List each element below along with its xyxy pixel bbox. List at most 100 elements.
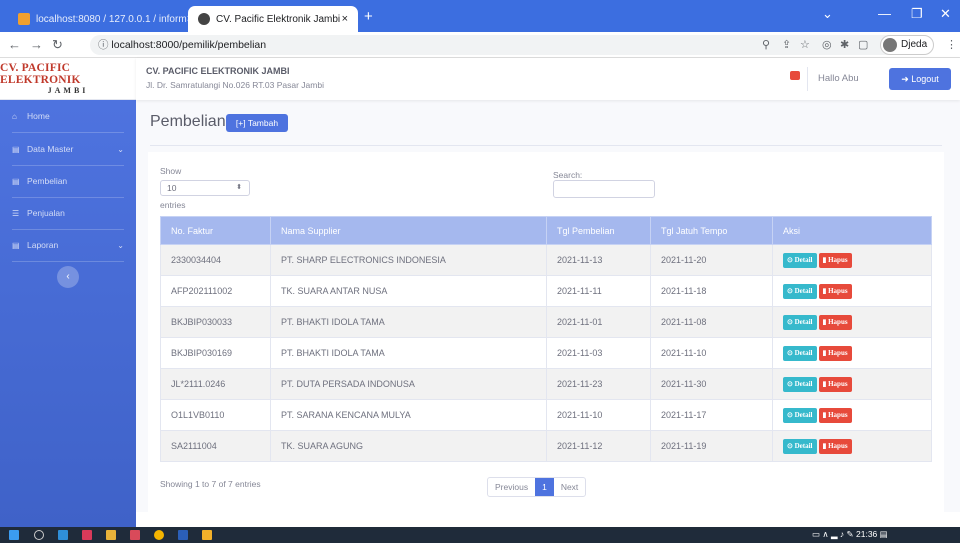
detail-button[interactable]: ⊙ Detail: [783, 407, 817, 423]
pembelian-table: No. Faktur Nama Supplier Tgl Pembelian T…: [160, 216, 932, 462]
hapus-button[interactable]: ▮ Hapus: [818, 345, 852, 361]
sidebar-toggle-button[interactable]: ‹: [57, 266, 79, 288]
hapus-button[interactable]: ▮ Hapus: [818, 376, 852, 392]
app-icon[interactable]: [82, 530, 92, 540]
new-tab-button[interactable]: +: [364, 8, 373, 25]
user-greeting: Hallo Abu: [818, 73, 859, 84]
folder-icon: ▤: [12, 240, 20, 250]
detail-button[interactable]: ⊙ Detail: [783, 314, 817, 330]
sidebar: CV. PACIFIC ELEKTRONIK JAMBI ⌂ Home ▤ Da…: [0, 58, 136, 527]
minimize-button[interactable]: —: [878, 6, 891, 21]
company-address: Jl. Dr. Samratulangi No.026 RT.03 Pasar …: [146, 80, 324, 90]
home-icon: ⌂: [12, 111, 17, 121]
sidebar-item-pembelian[interactable]: ▤ Pembelian: [0, 165, 136, 197]
page-title: Pembelian: [150, 113, 226, 130]
info-icon: ⓘ: [98, 39, 112, 51]
column-header-aksi[interactable]: Aksi: [772, 216, 932, 245]
entries-label: entries: [160, 200, 186, 210]
reload-icon[interactable]: ↻: [52, 37, 63, 53]
sidepanel-icon[interactable]: ▢: [858, 38, 868, 51]
notification-icon: ▤: [879, 529, 888, 539]
cart-icon: ▤: [12, 176, 20, 186]
share-icon[interactable]: ⇪: [782, 38, 791, 51]
cell-tgl-pembelian: 2021-11-01: [546, 306, 651, 338]
entries-length-select[interactable]: 10 ⬍: [160, 180, 250, 196]
company-name: CV. PACIFIC ELEKTRONIK JAMBI: [146, 66, 290, 76]
tab-search-icon[interactable]: ⌄: [822, 6, 833, 22]
cell-tgl-jatuh-tempo: 2021-11-10: [650, 337, 773, 369]
hapus-button[interactable]: ▮ Hapus: [818, 438, 852, 454]
cell-tgl-jatuh-tempo: 2021-11-30: [650, 368, 773, 400]
column-header-tgl-jatuh-tempo[interactable]: Tgl Jatuh Tempo: [650, 216, 773, 245]
maximize-button[interactable]: ❐: [911, 6, 923, 22]
cell-no-faktur: JL*2111.0246: [160, 368, 271, 400]
column-header-tgl-pembelian[interactable]: Tgl Pembelian: [546, 216, 651, 245]
detail-button[interactable]: ⊙ Detail: [783, 283, 817, 299]
hapus-button[interactable]: ▮ Hapus: [818, 252, 852, 268]
browser-tab-pacific[interactable]: CV. Pacific Elektronik Jambi ×: [188, 6, 358, 32]
back-arrow-icon[interactable]: ←: [8, 37, 21, 52]
page-1-button[interactable]: 1: [535, 478, 554, 496]
keyboard-icon: ▭: [812, 529, 823, 539]
phpmyadmin-icon: [18, 13, 30, 25]
sidebar-item-label: Data Master: [27, 144, 74, 154]
system-tray[interactable]: ▭ ∧ ▂ ♪ ✎ 21:36 ▤: [812, 529, 888, 540]
alert-icon[interactable]: [790, 71, 800, 80]
zoom-icon[interactable]: ⚲: [762, 38, 770, 51]
close-window-button[interactable]: ✕: [940, 6, 951, 22]
hapus-button[interactable]: ▮ Hapus: [818, 283, 852, 299]
cell-nama-supplier: PT. BHAKTI IDOLA TAMA: [270, 337, 547, 369]
previous-button[interactable]: Previous: [488, 478, 535, 496]
vscode-icon[interactable]: [58, 530, 68, 540]
hapus-button[interactable]: ▮ Hapus: [818, 314, 852, 330]
cell-nama-supplier: PT. SARANA KENCANA MULYA: [270, 399, 547, 431]
sidebar-item-data-master[interactable]: ▤ Data Master ⌄: [0, 133, 136, 165]
column-header-nama-supplier[interactable]: Nama Supplier: [270, 216, 547, 245]
app-icon[interactable]: [202, 530, 212, 540]
search-label: Search:: [553, 170, 583, 180]
column-header-no-faktur[interactable]: No. Faktur: [160, 216, 271, 245]
puzzle-icon[interactable]: ✱: [840, 38, 849, 51]
add-button[interactable]: [+] Tambah: [226, 114, 288, 132]
next-button[interactable]: Next: [554, 478, 585, 496]
logout-button[interactable]: ➜ Logout: [889, 68, 951, 90]
brand-line-1: CV. PACIFIC ELEKTRONIK: [0, 62, 81, 86]
cell-aksi: ⊙ Detail ▮ Hapus: [772, 275, 932, 307]
chrome-icon[interactable]: [154, 530, 164, 540]
taskbar: ▭ ∧ ▂ ♪ ✎ 21:36 ▤: [0, 527, 960, 543]
browser-tab-phpmyadmin[interactable]: localhost:8080 / 127.0.0.1 / inform ×: [8, 6, 188, 32]
cell-aksi: ⊙ Detail ▮ Hapus: [772, 368, 932, 400]
hapus-button[interactable]: ▮ Hapus: [818, 407, 852, 423]
cell-nama-supplier: TK. SUARA ANTAR NUSA: [270, 275, 547, 307]
sidebar-item-label: Penjualan: [27, 208, 65, 218]
sidebar-item-label: Laporan: [27, 240, 59, 250]
profile-button[interactable]: Djeda: [880, 35, 935, 55]
detail-button[interactable]: ⊙ Detail: [783, 345, 817, 361]
table-row: JL*2111.0246 PT. DUTA PERSADA INDONUSA 202…: [160, 368, 932, 400]
heading-divider: [150, 145, 942, 146]
cell-no-faktur: O1L1VB0110: [160, 399, 271, 431]
close-tab-icon[interactable]: ×: [342, 13, 348, 25]
cell-aksi: ⊙ Detail ▮ Hapus: [772, 337, 932, 369]
windows-start-icon[interactable]: [9, 530, 19, 540]
detail-button[interactable]: ⊙ Detail: [783, 438, 817, 454]
word-icon[interactable]: [178, 530, 188, 540]
table-row: BKJBIP030169 PT. BHAKTI IDOLA TAMA 2021-11…: [160, 337, 932, 369]
brand-logo[interactable]: CV. PACIFIC ELEKTRONIK JAMBI: [0, 58, 136, 100]
search-input[interactable]: [553, 180, 655, 198]
table-header-row: No. Faktur Nama Supplier Tgl Pembelian T…: [160, 216, 932, 245]
file-explorer-icon[interactable]: [106, 530, 116, 540]
sidebar-item-home[interactable]: ⌂ Home: [0, 100, 136, 132]
detail-button[interactable]: ⊙ Detail: [783, 376, 817, 392]
cell-nama-supplier: PT. BHAKTI IDOLA TAMA: [270, 306, 547, 338]
forward-arrow-icon[interactable]: →: [30, 37, 43, 52]
search-icon[interactable]: [34, 530, 44, 540]
extension-icon[interactable]: ◎: [822, 38, 832, 51]
sidebar-item-penjualan[interactable]: ☰ Penjualan: [0, 197, 136, 229]
sidebar-item-laporan[interactable]: ▤ Laporan ⌄: [0, 229, 136, 261]
browser-menu-icon[interactable]: ⋮: [946, 38, 957, 51]
detail-button[interactable]: ⊙ Detail: [783, 252, 817, 268]
sidebar-item-label: Home: [27, 111, 50, 121]
bookmark-star-icon[interactable]: ☆: [800, 38, 810, 51]
app-icon[interactable]: [130, 530, 140, 540]
